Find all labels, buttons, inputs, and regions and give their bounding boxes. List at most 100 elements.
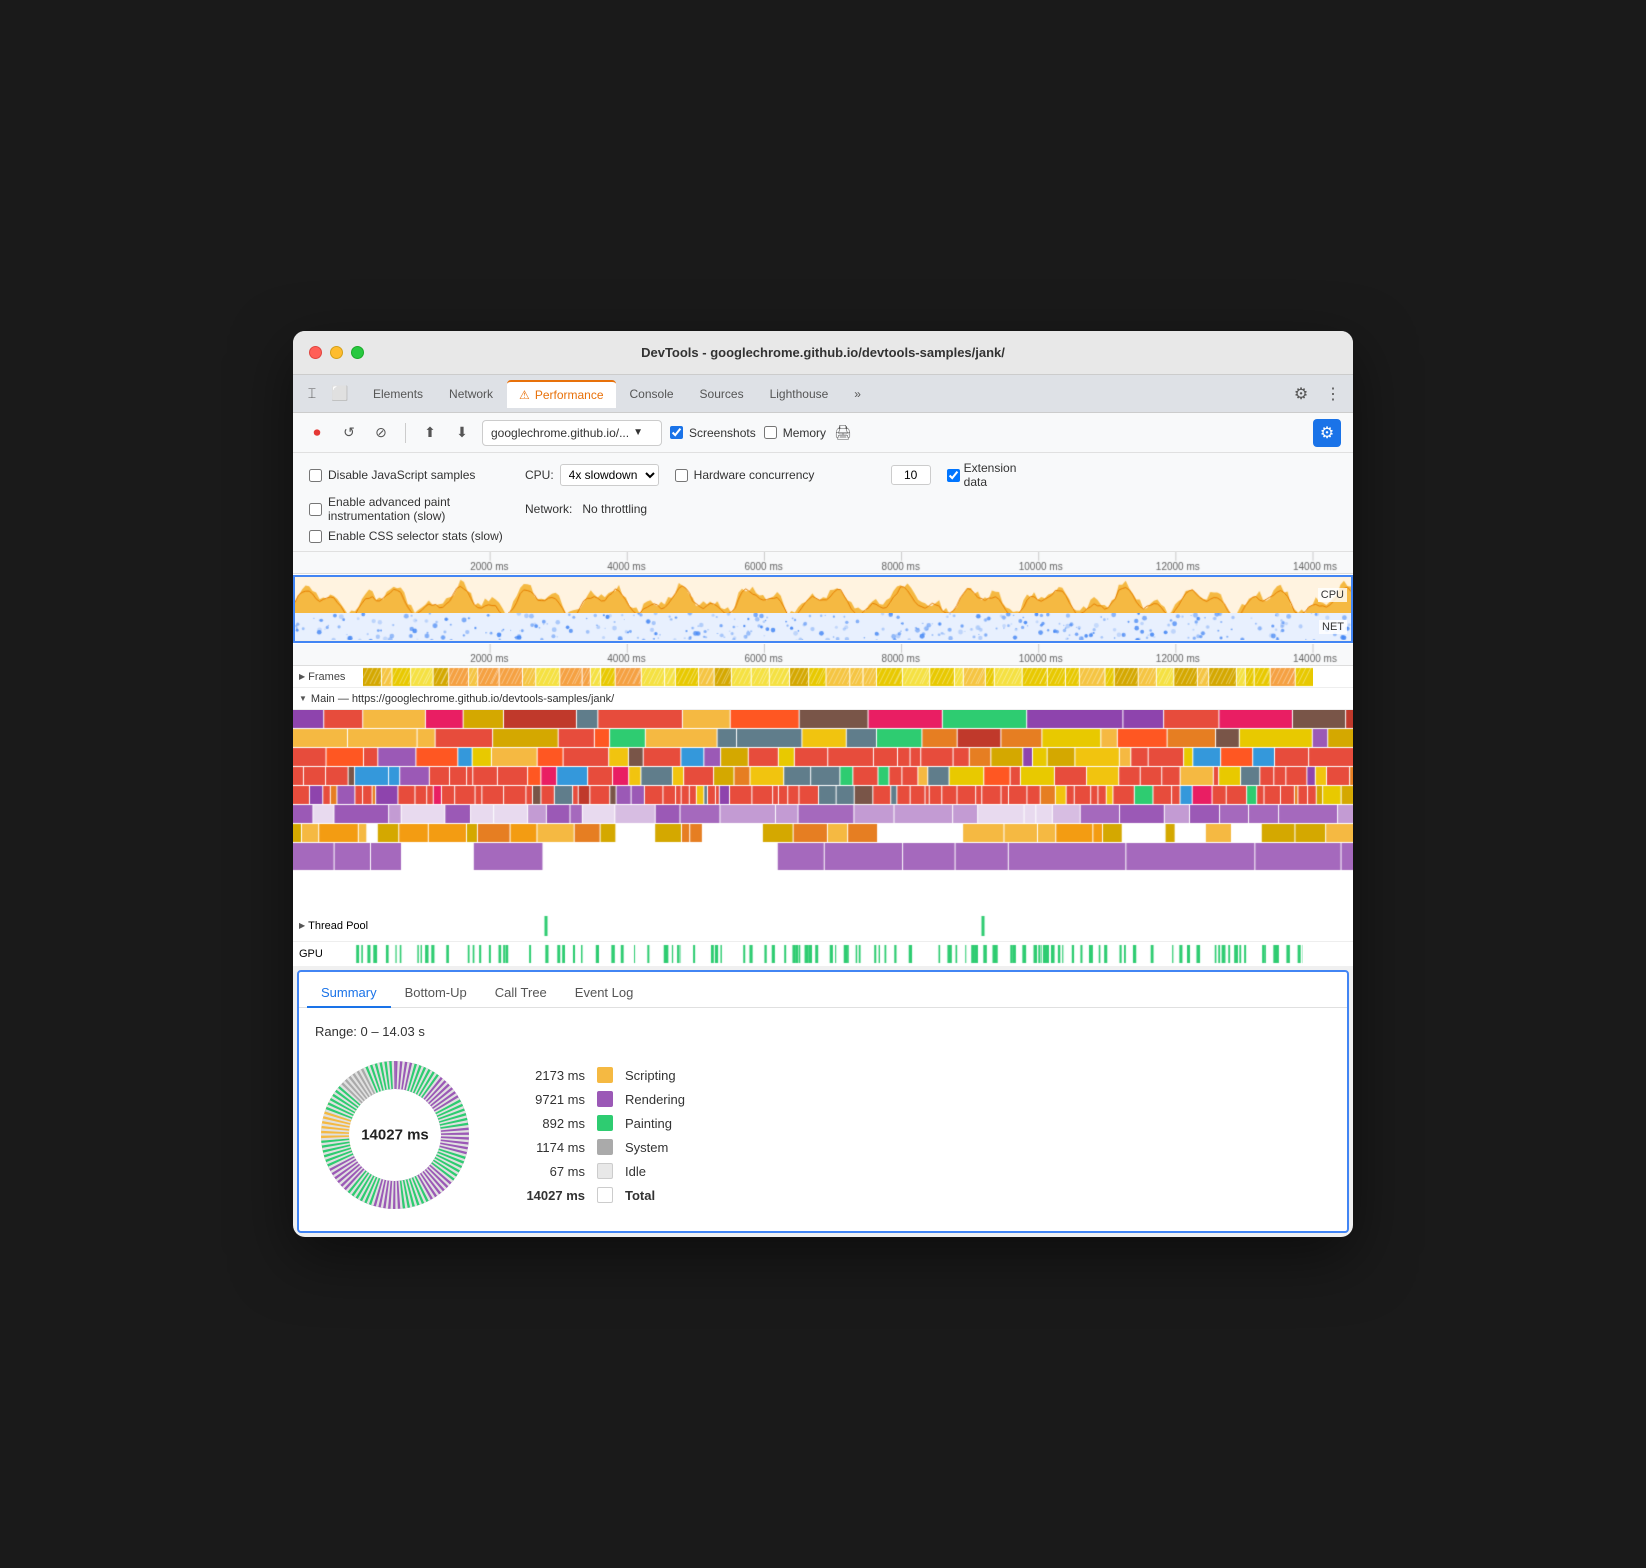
close-button[interactable] <box>309 346 322 359</box>
legend-system: 1174 ms System <box>515 1139 685 1155</box>
reload-button[interactable]: ↺ <box>337 421 361 445</box>
tab-event-log[interactable]: Event Log <box>561 979 648 1008</box>
memory-check[interactable]: Memory <box>764 426 826 440</box>
toolbar-right: ⚙ <box>1313 419 1341 447</box>
net-row: NET <box>295 613 1351 641</box>
tab-lighthouse[interactable]: Lighthouse <box>758 380 841 408</box>
idle-value: 67 ms <box>515 1164 585 1179</box>
enable-css-check[interactable]: Enable CSS selector stats (slow) <box>309 529 509 543</box>
cpu-row: CPU <box>295 577 1351 613</box>
tab-network[interactable]: Network <box>437 380 505 408</box>
gpu-row: GPU <box>293 942 1353 966</box>
title-bar: DevTools - googlechrome.github.io/devtoo… <box>293 331 1353 375</box>
bottom-panel: Summary Bottom-Up Call Tree Event Log Ra… <box>297 970 1349 1233</box>
gpu-label: GPU <box>299 948 323 960</box>
main-thread-triangle: ▼ <box>299 694 307 703</box>
painting-value: 892 ms <box>515 1116 585 1131</box>
tab-console[interactable]: Console <box>618 380 686 408</box>
legend-scripting: 2173 ms Scripting <box>515 1067 685 1083</box>
legend-painting: 892 ms Painting <box>515 1115 685 1131</box>
settings-blue-button[interactable]: ⚙ <box>1313 419 1341 447</box>
frames-row: ▶ Frames <box>293 666 1353 688</box>
total-label: Total <box>625 1188 655 1203</box>
scripting-label: Scripting <box>625 1068 676 1083</box>
timeline-ruler-bottom <box>293 644 1353 666</box>
donut-chart: 14027 ms <box>315 1055 475 1215</box>
bottom-tabs: Summary Bottom-Up Call Tree Event Log <box>299 972 1347 1008</box>
system-label: System <box>625 1140 668 1155</box>
cpu-section: CPU NET <box>293 575 1353 643</box>
cursor-icon[interactable]: ⌶ <box>301 383 323 405</box>
toolbar: ⏺ ↺ ⊘ ⬆ ⬇ googlechrome.github.io/... ▼ S… <box>293 413 1353 453</box>
traffic-lights <box>309 346 364 359</box>
main-content: CPU NET ▶ Frames ▼ Main — https://google… <box>293 552 1353 966</box>
memory-icon: 🖨 <box>834 424 852 441</box>
cpu-select[interactable]: 4x slowdown No throttling 2x slowdown 6x… <box>560 464 659 486</box>
idle-label: Idle <box>625 1164 646 1179</box>
scripting-color <box>597 1067 613 1083</box>
enable-paint-check[interactable]: Enable advanced paintinstrumentation (sl… <box>309 495 509 523</box>
system-value: 1174 ms <box>515 1140 585 1155</box>
tab-call-tree[interactable]: Call Tree <box>481 979 561 1008</box>
clear-button[interactable]: ⊘ <box>369 421 393 445</box>
cpu-label: CPU <box>1318 588 1347 602</box>
tab-sources[interactable]: Sources <box>688 380 756 408</box>
upload-button[interactable]: ⬆ <box>418 421 442 445</box>
tab-bar-right: ⚙ ⋮ <box>1289 382 1345 406</box>
window-title: DevTools - googlechrome.github.io/devtoo… <box>641 345 1005 360</box>
summary-legend: 2173 ms Scripting 9721 ms Rendering 892 … <box>515 1067 685 1203</box>
hw-concurrency-input[interactable] <box>891 465 931 485</box>
thread-pool-label: Thread Pool <box>308 920 368 932</box>
maximize-button[interactable] <box>351 346 364 359</box>
flame-chart-area[interactable] <box>293 710 1353 910</box>
cpu-group: CPU: 4x slowdown No throttling 2x slowdo… <box>525 464 659 486</box>
thread-pool-row: ▶ Thread Pool <box>293 910 1353 942</box>
ext-data-check[interactable]: Extensiondata <box>947 461 1017 489</box>
hw-concurrency-check[interactable]: Hardware concurrency <box>675 468 875 482</box>
record-button[interactable]: ⏺ <box>305 421 329 445</box>
download-button[interactable]: ⬇ <box>450 421 474 445</box>
total-color <box>597 1187 613 1203</box>
settings-icon[interactable]: ⚙ <box>1289 382 1313 406</box>
rendering-value: 9721 ms <box>515 1092 585 1107</box>
tab-elements[interactable]: Elements <box>361 380 435 408</box>
idle-color <box>597 1163 613 1179</box>
url-dropdown-icon[interactable]: ▼ <box>633 427 643 438</box>
donut-svg <box>315 1055 475 1215</box>
system-color <box>597 1139 613 1155</box>
rendering-color <box>597 1091 613 1107</box>
painting-color <box>597 1115 613 1131</box>
legend-idle: 67 ms Idle <box>515 1163 685 1179</box>
devtools-icons: ⌶ ⬜ <box>301 383 351 405</box>
settings-row-3: Enable CSS selector stats (slow) <box>309 529 1337 543</box>
bottom-content: Range: 0 – 14.03 s 14027 ms <box>299 1008 1347 1231</box>
separator <box>405 423 406 443</box>
tab-performance[interactable]: ⚠ Performance <box>507 380 615 408</box>
tab-bottom-up[interactable]: Bottom-Up <box>391 979 481 1008</box>
device-icon[interactable]: ⬜ <box>329 383 351 405</box>
scripting-value: 2173 ms <box>515 1068 585 1083</box>
net-label: NET <box>1319 620 1347 634</box>
minimize-button[interactable] <box>330 346 343 359</box>
frames-label: ▶ Frames <box>293 671 363 683</box>
tab-more[interactable]: » <box>842 380 873 408</box>
disable-js-samples-check[interactable]: Disable JavaScript samples <box>309 468 509 482</box>
settings-panel: Disable JavaScript samples CPU: 4x slowd… <box>293 453 1353 552</box>
legend-total: 14027 ms Total <box>515 1187 685 1203</box>
range-text: Range: 0 – 14.03 s <box>315 1024 1331 1039</box>
network-group: Network: No throttling <box>525 502 647 516</box>
thread-pool-triangle: ▶ <box>299 921 305 930</box>
settings-row-1: Disable JavaScript samples CPU: 4x slowd… <box>309 461 1337 489</box>
screenshots-check[interactable]: Screenshots <box>670 426 756 440</box>
main-thread-header: ▼ Main — https://googlechrome.github.io/… <box>293 688 1353 710</box>
legend-rendering: 9721 ms Rendering <box>515 1091 685 1107</box>
devtools-window: DevTools - googlechrome.github.io/devtoo… <box>293 331 1353 1237</box>
more-icon[interactable]: ⋮ <box>1321 382 1345 406</box>
frames-triangle: ▶ <box>299 672 305 681</box>
settings-row-2: Enable advanced paintinstrumentation (sl… <box>309 495 1337 523</box>
url-display[interactable]: googlechrome.github.io/... ▼ <box>482 420 662 446</box>
rendering-label: Rendering <box>625 1092 685 1107</box>
tab-summary[interactable]: Summary <box>307 979 391 1008</box>
tab-bar: ⌶ ⬜ Elements Network ⚠ Performance Conso… <box>293 375 1353 413</box>
timeline-ruler-top <box>293 552 1353 574</box>
